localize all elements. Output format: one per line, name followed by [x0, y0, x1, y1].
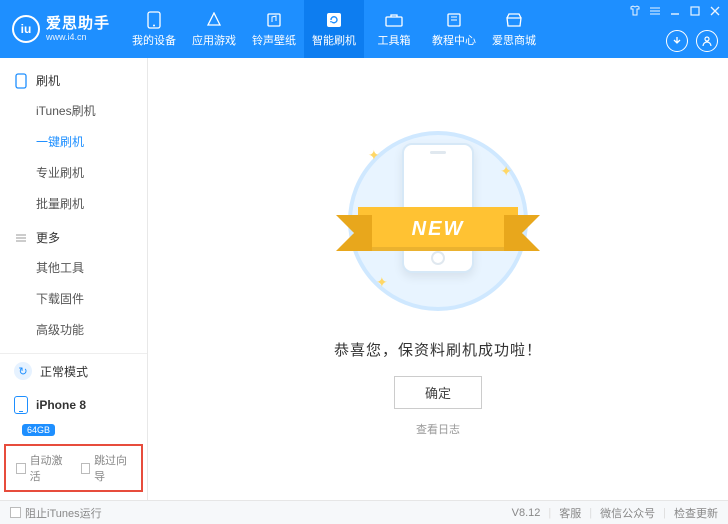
- list-icon: [14, 231, 28, 245]
- logo-badge: iu: [12, 15, 40, 43]
- support-link[interactable]: 客服: [559, 505, 581, 521]
- sparkle-icon: ✦: [376, 274, 388, 291]
- checkbox-icon: [10, 507, 21, 518]
- app-logo: iu 爱思助手 www.i4.cn: [0, 15, 124, 43]
- sync-icon: ↻: [14, 362, 32, 380]
- storage-badge: 64GB: [22, 424, 55, 436]
- checkbox-skip-guide[interactable]: 跳过向导: [81, 452, 132, 484]
- checkbox-prevent-itunes[interactable]: 阻止iTunes运行: [10, 505, 102, 521]
- nav-my-device[interactable]: 我的设备: [124, 0, 184, 58]
- sidebar-item-advanced[interactable]: 高级功能: [0, 314, 147, 345]
- nav-tutorials[interactable]: 教程中心: [424, 0, 484, 58]
- success-message: 恭喜您，保资料刷机成功啦！: [334, 339, 542, 360]
- nav-toolbox[interactable]: 工具箱: [364, 0, 424, 58]
- user-icon[interactable]: [696, 30, 718, 52]
- phone-icon: [145, 11, 163, 29]
- sidebar-item-other-tools[interactable]: 其他工具: [0, 252, 147, 283]
- sidebar-item-download-firmware[interactable]: 下载固件: [0, 283, 147, 314]
- iphone-icon: [14, 396, 28, 414]
- sidebar-section-flash: 刷机 iTunes刷机 一键刷机 专业刷机 批量刷机: [0, 66, 147, 219]
- nav-store[interactable]: 爱思商城: [484, 0, 544, 58]
- sparkle-icon: ✦: [368, 147, 380, 164]
- top-nav: 我的设备 应用游戏 铃声壁纸 智能刷机 工具箱 教程中心 爱思商城: [124, 0, 544, 58]
- sidebar-section-more: 更多 其他工具 下载固件 高级功能: [0, 223, 147, 345]
- device-icon: [14, 74, 28, 88]
- confirm-button[interactable]: 确定: [394, 376, 482, 409]
- toolbox-icon: [385, 11, 403, 29]
- sidebar-item-oneclick-flash[interactable]: 一键刷机: [0, 126, 147, 157]
- book-icon: [445, 11, 463, 29]
- check-update-link[interactable]: 检查更新: [674, 505, 718, 521]
- sidebar-item-batch-flash[interactable]: 批量刷机: [0, 188, 147, 219]
- sidebar-head-flash[interactable]: 刷机: [0, 66, 147, 95]
- appstore-icon: [205, 11, 223, 29]
- wechat-link[interactable]: 微信公众号: [600, 505, 655, 521]
- status-bar: 阻止iTunes运行 V8.12 | 客服 | 微信公众号 | 检查更新: [0, 500, 728, 524]
- tshirt-icon[interactable]: [628, 4, 642, 18]
- main-panel: NEW ✦ ✦ ✦ 恭喜您，保资料刷机成功啦！ 确定 查看日志: [148, 58, 728, 500]
- music-icon: [265, 11, 283, 29]
- checkbox-icon: [16, 463, 26, 474]
- device-mode[interactable]: ↻ 正常模式: [0, 354, 147, 388]
- shop-icon: [505, 11, 523, 29]
- checkbox-icon: [81, 463, 91, 474]
- refresh-icon: [325, 11, 343, 29]
- checkbox-auto-activate[interactable]: 自动激活: [16, 452, 67, 484]
- sidebar: 刷机 iTunes刷机 一键刷机 专业刷机 批量刷机 更多 其他工具 下载固件 …: [0, 58, 148, 500]
- sidebar-head-more[interactable]: 更多: [0, 223, 147, 252]
- menu-icon[interactable]: [648, 4, 662, 18]
- highlight-box: 自动激活 跳过向导: [4, 444, 143, 492]
- connected-device[interactable]: iPhone 8: [0, 388, 147, 422]
- sidebar-item-itunes-flash[interactable]: iTunes刷机: [0, 95, 147, 126]
- app-header: iu 爱思助手 www.i4.cn 我的设备 应用游戏 铃声壁纸 智能刷机 工具…: [0, 0, 728, 58]
- download-icon[interactable]: [666, 30, 688, 52]
- window-controls: [628, 4, 722, 18]
- new-ribbon: NEW: [358, 207, 518, 251]
- logo-subtitle: www.i4.cn: [46, 33, 110, 42]
- sidebar-item-pro-flash[interactable]: 专业刷机: [0, 157, 147, 188]
- version-label: V8.12: [512, 507, 541, 519]
- nav-flash[interactable]: 智能刷机: [304, 0, 364, 58]
- minimize-icon[interactable]: [668, 4, 682, 18]
- nav-apps[interactable]: 应用游戏: [184, 0, 244, 58]
- view-log-link[interactable]: 查看日志: [416, 421, 460, 437]
- success-illustration: NEW ✦ ✦ ✦: [338, 121, 538, 321]
- close-icon[interactable]: [708, 4, 722, 18]
- sparkle-icon: ✦: [500, 163, 512, 180]
- nav-ringtones[interactable]: 铃声壁纸: [244, 0, 304, 58]
- maximize-icon[interactable]: [688, 4, 702, 18]
- logo-title: 爱思助手: [46, 16, 110, 31]
